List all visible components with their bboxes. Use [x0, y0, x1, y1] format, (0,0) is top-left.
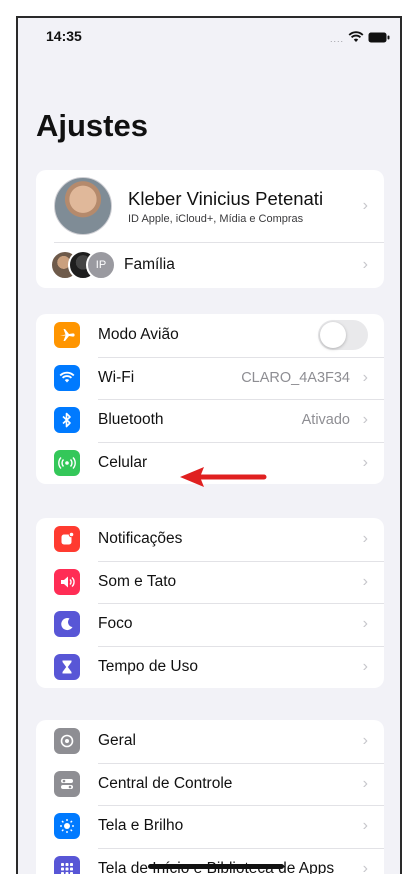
home-screen-row[interactable]: Tela de Início e Biblioteca de Apps › [36, 847, 384, 874]
connectivity-group: Modo Avião Wi-Fi CLARO_4A3F34 › Bluetoot… [36, 314, 384, 484]
brightness-icon [54, 813, 80, 840]
chevron-right-icon: › [362, 615, 368, 633]
family-avatar-initials: IP [86, 250, 116, 280]
airplane-icon [54, 322, 80, 349]
annotation-arrow-icon [180, 467, 267, 487]
general-label: Geral [98, 732, 136, 750]
screen-time-label: Tempo de Uso [98, 657, 198, 675]
status-time: 14:35 [46, 28, 82, 44]
bluetooth-icon [54, 407, 80, 434]
wifi-row[interactable]: Wi-Fi CLARO_4A3F34 › [36, 356, 384, 400]
switches-icon [54, 770, 80, 797]
chevron-right-icon: › [362, 368, 368, 386]
airplane-mode-label: Modo Avião [98, 326, 179, 344]
wifi-network-value: CLARO_4A3F34 [241, 369, 350, 386]
notifications-icon [54, 526, 80, 553]
avatar [54, 177, 112, 235]
profile-card: Kleber Vinicius Petenati ID Apple, iClou… [36, 170, 384, 288]
profile-name: Kleber Vinicius Petenati [128, 187, 324, 209]
gear-icon [54, 728, 80, 755]
apple-id-row[interactable]: Kleber Vinicius Petenati ID Apple, iClou… [36, 170, 384, 242]
control-center-row[interactable]: Central de Controle › [36, 762, 384, 806]
chevron-right-icon: › [362, 411, 368, 429]
phone-screen: 14:35 .... Ajustes Kleber Vinicius Peten… [16, 16, 402, 874]
family-row[interactable]: IP Família › [36, 242, 384, 288]
chevron-right-icon: › [362, 530, 368, 548]
general-row[interactable]: Geral › [36, 720, 384, 763]
control-center-label: Central de Controle [98, 774, 233, 792]
profile-subtitle: ID Apple, iCloud+, Mídia e Compras [128, 212, 304, 225]
airplane-mode-row[interactable]: Modo Avião [36, 314, 384, 357]
wifi-label: Wi-Fi [98, 368, 135, 386]
status-bar: 14:35 .... [18, 18, 400, 62]
display-brightness-row[interactable]: Tela e Brilho › [36, 805, 384, 848]
wifi-icon [54, 364, 80, 391]
chevron-right-icon: › [362, 572, 368, 590]
chevron-right-icon: › [362, 859, 368, 874]
battery-icon [368, 30, 390, 48]
notifications-row[interactable]: Notificações › [36, 518, 384, 561]
chevron-right-icon: › [362, 774, 368, 792]
hourglass-icon [54, 653, 80, 680]
moon-icon [54, 611, 80, 638]
speaker-icon [54, 568, 80, 595]
family-avatars: IP [50, 248, 124, 282]
chevron-right-icon: › [362, 453, 368, 471]
home-indicator[interactable] [148, 864, 284, 869]
sound-haptics-label: Som e Tato [98, 572, 177, 590]
wifi-icon [348, 30, 364, 48]
bluetooth-label: Bluetooth [98, 411, 164, 429]
status-icons: .... [330, 30, 390, 48]
signal-dots: .... [329, 34, 344, 44]
bluetooth-status-value: Ativado [301, 412, 350, 429]
general-group: Geral › Central de Controle › Tela e Bri… [36, 720, 384, 874]
airplane-mode-toggle[interactable] [318, 320, 368, 351]
display-brightness-label: Tela e Brilho [98, 817, 184, 835]
family-label: Família [124, 256, 175, 273]
notifications-group: Notificações › Som e Tato › Foco › Tempo… [36, 518, 384, 688]
focus-row[interactable]: Foco › [36, 603, 384, 646]
chevron-right-icon: › [362, 817, 368, 835]
chevron-right-icon: › [362, 197, 368, 214]
focus-label: Foco [98, 615, 133, 633]
chevron-right-icon: › [362, 657, 368, 675]
home-grid-icon [54, 855, 80, 874]
notifications-label: Notificações [98, 530, 183, 548]
chevron-right-icon: › [362, 256, 368, 273]
page-title: Ajustes [36, 108, 148, 143]
sound-haptics-row[interactable]: Som e Tato › [36, 560, 384, 604]
chevron-right-icon: › [362, 732, 368, 750]
cellular-icon [54, 449, 80, 476]
bluetooth-row[interactable]: Bluetooth Ativado › [36, 399, 384, 442]
screen-time-row[interactable]: Tempo de Uso › [36, 645, 384, 689]
